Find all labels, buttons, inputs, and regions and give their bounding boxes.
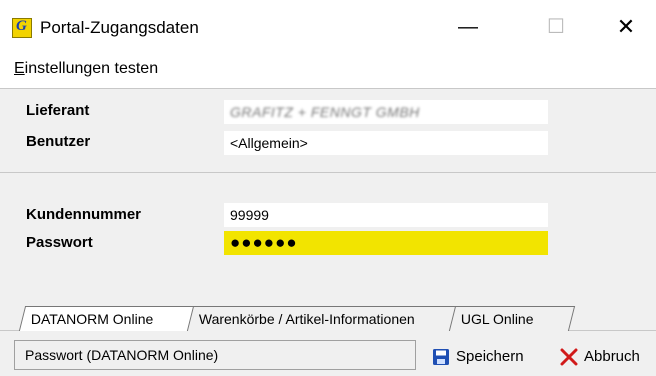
close-button[interactable]: ✕ <box>606 12 646 42</box>
divider <box>0 88 656 89</box>
floppy-disk-icon <box>433 349 449 366</box>
lieferant-value: GRAFITZ + FENNGT GMBH <box>230 104 420 120</box>
menu-einstellungen-testen[interactable]: Einstellungen testen <box>14 60 158 78</box>
minimize-button[interactable]: — <box>448 12 488 42</box>
tab-datanorm-online[interactable]: DATANORM Online <box>18 306 202 331</box>
status-bar: Passwort (DATANORM Online) <box>14 340 416 370</box>
maximize-button[interactable]: ☐ <box>536 12 576 42</box>
passwort-field[interactable]: ●●●●●● <box>224 231 548 255</box>
tab-warenkoerbe[interactable]: Warenkörbe / Artikel-Informationen <box>186 306 464 331</box>
passwort-label: Passwort <box>26 234 93 251</box>
window-title: Portal-Zugangsdaten <box>40 18 199 37</box>
red-x-icon <box>560 348 578 366</box>
divider <box>0 172 656 173</box>
password-dots: ●●●●●● <box>230 233 298 252</box>
benutzer-label: Benutzer <box>26 133 91 150</box>
app-logo-icon: G <box>12 18 32 38</box>
tab-ugl-online[interactable]: UGL Online <box>448 306 576 331</box>
lieferant-label: Lieferant <box>26 102 90 119</box>
cancel-button[interactable]: Abbruch <box>560 346 640 368</box>
kundennummer-field[interactable]: 99999 <box>224 203 548 227</box>
menu-bar: Einstellungen testen <box>0 48 656 88</box>
benutzer-field[interactable]: <Allgemein> <box>224 131 548 155</box>
lieferant-field: GRAFITZ + FENNGT GMBH <box>224 100 548 124</box>
save-button[interactable]: Speichern <box>432 346 524 368</box>
title-bar: G Portal-Zugangsdaten — ☐ ✕ <box>0 0 656 48</box>
kundennummer-label: Kundennummer <box>26 206 142 223</box>
